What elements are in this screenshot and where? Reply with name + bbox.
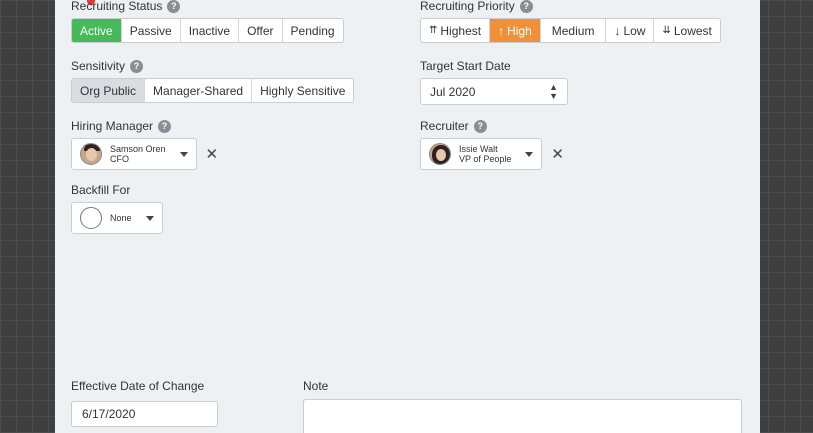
empty-avatar-icon [80, 207, 102, 229]
status-option-pending[interactable]: Pending [283, 19, 343, 42]
close-icon[interactable]: ✕ [551, 147, 564, 162]
priority-option-low[interactable]: ↓ Low [606, 19, 655, 42]
status-option-active[interactable]: Active [72, 19, 122, 42]
sensitivity-group: Org Public Manager-Shared Highly Sensiti… [71, 78, 355, 103]
recruiter-name: Issie Walt [459, 144, 498, 154]
recruiting-status-group: Active Passive Inactive Offer Pending [71, 18, 344, 43]
recruiting-status-label: Recruiting Status [71, 0, 163, 13]
backfill-for-field: Backfill For None [71, 182, 163, 234]
recruiting-priority-label: Recruiting Priority [420, 0, 515, 13]
chevron-down-icon [525, 151, 534, 157]
recruiter-label: Recruiter [420, 119, 469, 133]
recruiter-title: VP of People [459, 154, 512, 164]
recruiting-priority-field: Recruiting Priority ? ⇈ Highest ↑ High M… [420, 0, 721, 43]
target-start-date-label: Target Start Date [420, 59, 511, 73]
sensitivity-field: Sensitivity ? Org Public Manager-Shared … [71, 58, 355, 103]
hiring-manager-title: CFO [110, 154, 129, 164]
backfill-for-value: None [110, 213, 132, 223]
backfill-for-picker[interactable]: None [71, 202, 163, 234]
close-icon[interactable]: ✕ [206, 147, 219, 162]
hiring-manager-label: Hiring Manager [71, 119, 154, 133]
recruiter-field: Recruiter ? Issie Walt VP of People ✕ [420, 118, 564, 170]
sensitivity-label: Sensitivity [71, 59, 126, 73]
position-form-panel: Recruiting Status ? Active Passive Inact… [55, 0, 760, 433]
effective-date-label: Effective Date of Change [71, 379, 205, 393]
target-start-date-field: Target Start Date Jul 2020 ▲ ▼ [420, 58, 568, 105]
chevron-down-icon [179, 151, 188, 157]
help-icon[interactable]: ? [473, 119, 487, 133]
highest-priority-icon: ⇈ [429, 25, 438, 36]
help-icon[interactable]: ? [167, 0, 181, 13]
hiring-manager-name: Samson Oren [110, 144, 166, 154]
help-icon[interactable]: ? [519, 0, 533, 13]
hiring-manager-field: Hiring Manager ? Samson Oren CFO ✕ [71, 118, 218, 170]
recruiting-status-field: Recruiting Status ? Active Passive Inact… [71, 0, 344, 43]
note-label: Note [303, 379, 329, 393]
sensitivity-option-manager-shared[interactable]: Manager-Shared [145, 79, 253, 102]
effective-date-field: Effective Date of Change 6/17/2020 [71, 378, 218, 427]
priority-option-high[interactable]: ↑ High [490, 19, 541, 42]
hiring-manager-picker[interactable]: Samson Oren CFO [71, 138, 197, 170]
target-start-date-select[interactable]: Jul 2020 ▲ ▼ [420, 78, 568, 105]
up-down-arrows-icon: ▲ ▼ [549, 81, 558, 101]
status-option-passive[interactable]: Passive [122, 19, 181, 42]
status-option-inactive[interactable]: Inactive [181, 19, 240, 42]
recruiter-picker[interactable]: Issie Walt VP of People [420, 138, 543, 170]
note-field: Note [303, 378, 742, 433]
recruiting-priority-group: ⇈ Highest ↑ High Medium ↓ Low ⇊ Lowest [420, 18, 721, 43]
effective-date-input[interactable]: 6/17/2020 [71, 401, 218, 427]
backfill-for-label: Backfill For [71, 183, 131, 197]
chevron-down-icon [145, 215, 154, 221]
lowest-priority-icon: ⇊ [662, 25, 671, 36]
help-icon[interactable]: ? [158, 119, 172, 133]
high-priority-icon: ↑ [498, 23, 505, 38]
low-priority-icon: ↓ [614, 23, 621, 38]
help-icon[interactable]: ? [130, 59, 144, 73]
status-option-offer[interactable]: Offer [239, 19, 283, 42]
sensitivity-option-org-public[interactable]: Org Public [72, 79, 146, 102]
priority-option-lowest[interactable]: ⇊ Lowest [654, 19, 719, 42]
avatar [429, 143, 451, 165]
priority-option-medium[interactable]: Medium [541, 19, 607, 42]
avatar [80, 143, 102, 165]
note-textarea[interactable] [303, 399, 742, 433]
priority-option-highest[interactable]: ⇈ Highest [421, 19, 491, 42]
sensitivity-option-highly-sensitive[interactable]: Highly Sensitive [252, 79, 353, 102]
